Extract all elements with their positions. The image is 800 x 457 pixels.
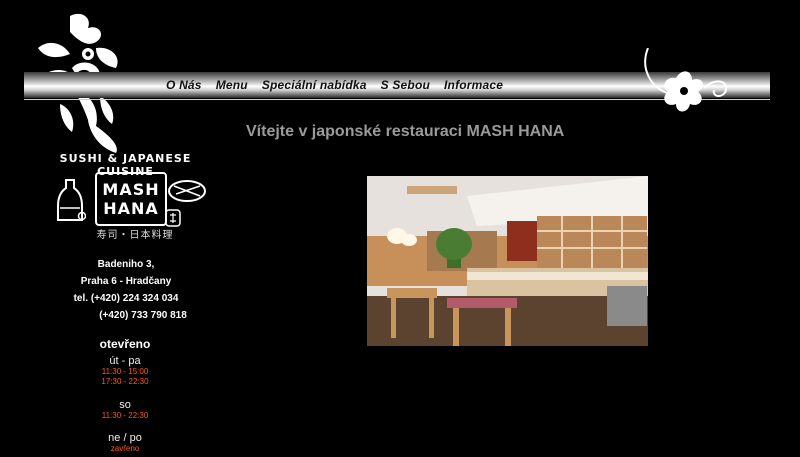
nav-item-s-sebou[interactable]: S Sebou <box>381 78 430 94</box>
logo[interactable]: MASH HANA <box>95 172 167 226</box>
flower-ornament-right <box>644 48 728 112</box>
sake-bottle-icon <box>57 179 86 221</box>
restaurant-photo <box>367 176 648 346</box>
hours-title: otevřeno <box>99 337 151 351</box>
hours-time: 17:30 - 22:30 <box>101 377 149 386</box>
hours-block-saturday: so 11:30 - 22:30 <box>80 399 170 421</box>
welcome-heading: Vítejte v japonské restauraci MASH HANA <box>246 123 565 140</box>
hours-block-sunday-monday: ne / po zavřeno <box>80 432 170 454</box>
nav-item-o-nas[interactable]: O Nás <box>166 78 202 94</box>
nav-item-menu[interactable]: Menu <box>216 78 248 94</box>
hours-block-weekdays: út - pa 11:30 - 15:00 17:30 - 22:30 <box>80 355 170 387</box>
address-block: Badeniho 3, Praha 6 - Hradčany tel. (+42… <box>60 256 192 324</box>
nav-item-specialni-nabidka[interactable]: Speciální nabídka <box>262 78 367 94</box>
hours-day: út - pa <box>109 355 141 367</box>
logo-line2: HANA <box>103 199 159 218</box>
hours-time: zavřeno <box>110 444 140 453</box>
phone-1: tel. (+420) 224 324 034 <box>73 293 179 304</box>
logo-line1: MASH <box>102 180 160 199</box>
hours-time: 11:30 - 22:30 <box>101 411 149 420</box>
address-city: Praha 6 - Hradčany <box>80 276 172 287</box>
japanese-subtitle: 寿司・日本料理 <box>96 230 174 241</box>
address-street: Badeniho 3, <box>97 259 155 270</box>
main-nav: O Nás Menu Speciální nabídka S Sebou Inf… <box>166 78 503 94</box>
hours-day: so <box>119 399 131 411</box>
hours-day: ne / po <box>108 432 142 444</box>
phone-2: (+420) 733 790 818 <box>99 310 187 321</box>
hours-time: 11:30 - 15:00 <box>101 367 149 376</box>
sushi-roll-icon <box>168 180 206 202</box>
nav-item-informace[interactable]: Informace <box>444 78 503 94</box>
seal-stamp-icon <box>165 209 181 227</box>
